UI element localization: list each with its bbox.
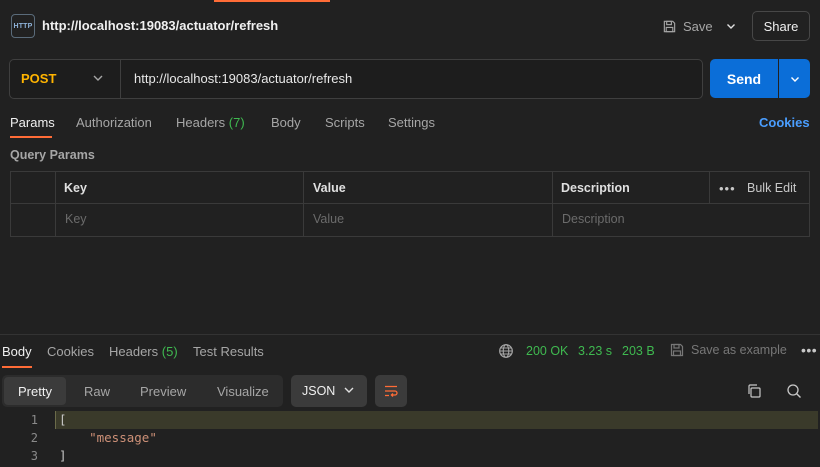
url-input[interactable]: http://localhost:19083/actuator/refresh bbox=[134, 71, 352, 86]
tab-headers-label: Headers bbox=[176, 115, 226, 130]
active-line-highlight bbox=[55, 411, 818, 429]
code-line[interactable]: "message" bbox=[59, 430, 157, 445]
response-body-tab-underline bbox=[2, 366, 32, 368]
table-column-divider bbox=[303, 171, 304, 237]
method-selector[interactable]: POST bbox=[21, 71, 56, 86]
http-request-icon: HTTP bbox=[11, 14, 35, 38]
response-pane-divider[interactable] bbox=[0, 334, 820, 335]
description-input[interactable]: Description bbox=[562, 212, 625, 226]
word-wrap-button[interactable] bbox=[375, 375, 407, 407]
more-options-icon[interactable]: ••• bbox=[801, 342, 817, 358]
code-line[interactable]: ] bbox=[59, 448, 67, 463]
share-button[interactable]: Share bbox=[752, 11, 810, 41]
line-number: 3 bbox=[30, 449, 38, 463]
search-icon[interactable] bbox=[786, 383, 802, 399]
column-header-description: Description bbox=[561, 181, 630, 195]
params-tab-underline bbox=[10, 136, 52, 138]
response-tab-headers[interactable]: Headers (5) bbox=[109, 344, 178, 359]
tab-authorization[interactable]: Authorization bbox=[76, 115, 152, 130]
view-visualize-button[interactable]: Visualize bbox=[217, 384, 269, 399]
copy-icon[interactable] bbox=[746, 383, 762, 399]
globe-icon[interactable] bbox=[498, 343, 514, 359]
table-column-divider bbox=[55, 171, 56, 237]
table-column-divider bbox=[709, 171, 710, 203]
key-input[interactable]: Key bbox=[65, 212, 87, 226]
json-string-value: "message" bbox=[89, 430, 157, 445]
save-options-dropdown[interactable] bbox=[722, 15, 740, 37]
format-select-value: JSON bbox=[302, 384, 336, 398]
save-icon bbox=[670, 343, 684, 357]
bulk-edit-button[interactable]: Bulk Edit bbox=[747, 181, 796, 195]
response-tab-headers-label: Headers bbox=[109, 344, 159, 359]
code-line[interactable]: [ bbox=[59, 412, 67, 427]
cookies-link[interactable]: Cookies bbox=[759, 115, 810, 130]
response-tab-test-results[interactable]: Test Results bbox=[193, 344, 264, 359]
table-column-divider bbox=[552, 171, 553, 237]
response-tab-body[interactable]: Body bbox=[2, 344, 32, 359]
tab-scripts[interactable]: Scripts bbox=[325, 115, 365, 130]
request-title[interactable]: http://localhost:19083/actuator/refresh bbox=[42, 18, 278, 33]
active-tab-indicator bbox=[214, 0, 330, 2]
tab-headers[interactable]: Headers (7) bbox=[176, 115, 245, 130]
wrap-lines-icon bbox=[385, 385, 398, 397]
table-header-divider bbox=[10, 203, 810, 204]
column-header-value: Value bbox=[313, 181, 346, 195]
tab-settings[interactable]: Settings bbox=[388, 115, 435, 130]
response-size[interactable]: 203 B bbox=[622, 344, 655, 358]
http-icon-label: HTTP bbox=[13, 22, 33, 30]
query-params-table bbox=[10, 171, 810, 237]
value-input[interactable]: Value bbox=[313, 212, 344, 226]
status-code[interactable]: 200 OK bbox=[526, 344, 568, 358]
send-options-dropdown[interactable] bbox=[779, 59, 810, 98]
save-as-example-button[interactable]: Save as example bbox=[691, 343, 787, 357]
url-bar bbox=[9, 59, 703, 99]
chevron-down-icon bbox=[344, 387, 354, 393]
tab-params[interactable]: Params bbox=[10, 115, 55, 130]
query-params-heading: Query Params bbox=[10, 148, 95, 162]
view-preview-button[interactable]: Preview bbox=[140, 384, 186, 399]
line-number: 1 bbox=[30, 413, 38, 427]
response-headers-count-badge: (5) bbox=[161, 344, 178, 359]
save-label: Save bbox=[683, 18, 713, 34]
save-button[interactable]: Save bbox=[662, 15, 713, 37]
chevron-down-icon bbox=[790, 76, 799, 82]
view-raw-button[interactable]: Raw bbox=[84, 384, 110, 399]
chevron-down-icon bbox=[727, 24, 735, 29]
response-tab-cookies[interactable]: Cookies bbox=[47, 344, 94, 359]
headers-count-badge: (7) bbox=[228, 115, 245, 130]
more-options-icon[interactable]: ••• bbox=[719, 181, 736, 196]
save-icon bbox=[663, 20, 676, 32]
url-divider bbox=[120, 60, 121, 98]
send-button[interactable]: Send bbox=[710, 59, 778, 98]
line-number: 2 bbox=[30, 431, 38, 445]
column-header-key: Key bbox=[64, 181, 87, 195]
tab-body[interactable]: Body bbox=[271, 115, 301, 130]
view-pretty-button[interactable]: Pretty bbox=[4, 377, 66, 405]
method-chevron-down-icon[interactable] bbox=[90, 70, 106, 86]
response-time[interactable]: 3.23 s bbox=[578, 344, 612, 358]
